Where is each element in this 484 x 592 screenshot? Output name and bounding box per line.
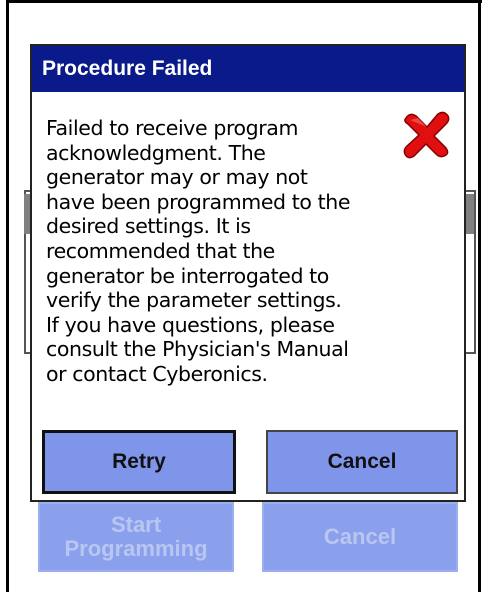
device-screen: Start Programming Cancel Procedure Faile…: [0, 0, 484, 592]
screen-border-top: [6, 0, 482, 3]
dialog-message: Failed to receive program acknowledgment…: [46, 116, 351, 386]
procedure-failed-dialog: Procedure Failed Failed to receive progr…: [30, 44, 466, 502]
cancel-button[interactable]: Cancel: [266, 430, 458, 494]
start-programming-button: Start Programming: [38, 502, 234, 572]
background-cancel-button: Cancel: [262, 502, 458, 572]
dialog-title: Procedure Failed: [32, 46, 464, 92]
retry-button[interactable]: Retry: [42, 430, 236, 494]
error-x-icon: [403, 111, 450, 159]
screen-border-right: [478, 0, 481, 592]
screen-border-left: [6, 0, 9, 592]
